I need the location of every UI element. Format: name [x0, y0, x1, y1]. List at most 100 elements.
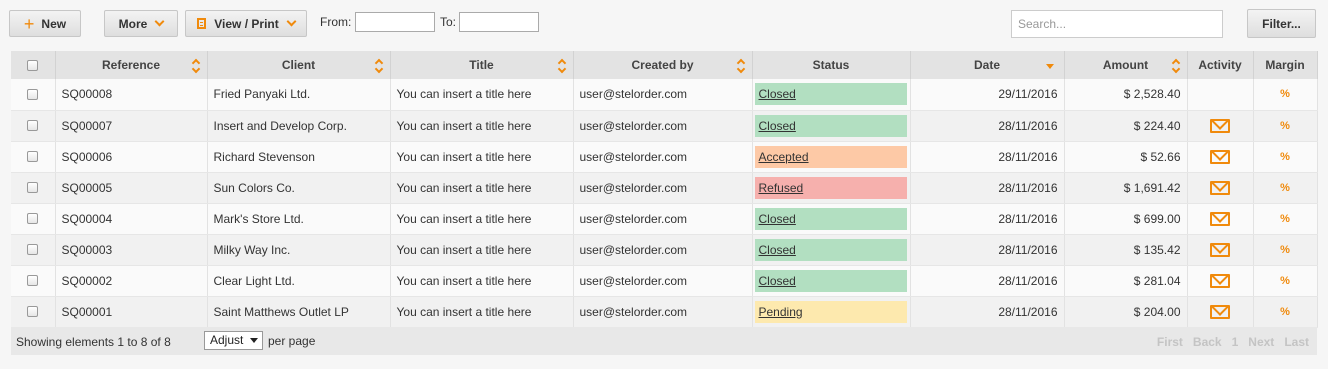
mail-icon[interactable]	[1210, 149, 1230, 164]
reference-cell[interactable]: SQ00008	[55, 79, 208, 111]
margin-percent-icon[interactable]: %	[1260, 88, 1311, 100]
column-header-amount[interactable]: Amount	[1064, 51, 1188, 79]
from-label: From:	[320, 15, 352, 29]
column-header-activity: Activity	[1187, 51, 1254, 79]
margin-percent-icon[interactable]: %	[1260, 213, 1311, 225]
mail-icon[interactable]	[1210, 273, 1230, 288]
mail-icon[interactable]	[1210, 242, 1230, 257]
column-label: Title	[469, 58, 494, 72]
status-link[interactable]: Accepted	[754, 145, 907, 168]
status-link[interactable]: Closed	[754, 114, 907, 137]
row-checkbox[interactable]	[27, 213, 39, 224]
reference-cell[interactable]: SQ00005	[55, 172, 208, 204]
pager-page[interactable]: 1	[1232, 335, 1239, 349]
client-cell[interactable]: Richard Stevenson	[207, 141, 391, 173]
new-button[interactable]: + New	[9, 10, 81, 37]
filter-button[interactable]: Filter...	[1247, 9, 1316, 38]
column-header-title[interactable]: Title	[390, 51, 574, 79]
created-by-cell: user@stelorder.com	[573, 203, 753, 235]
column-header-created-by[interactable]: Created by	[573, 51, 753, 79]
table-row[interactable]: SQ00003 Milky Way Inc. You can insert a ti…	[11, 234, 1318, 266]
row-checkbox[interactable]	[27, 275, 39, 286]
table-row[interactable]: SQ00001 Saint Matthews Outlet LP You can i…	[11, 296, 1318, 328]
title-cell[interactable]: You can insert a title here	[390, 234, 574, 266]
row-checkbox[interactable]	[27, 244, 39, 255]
status-link[interactable]: Closed	[754, 83, 907, 106]
client-cell[interactable]: Insert and Develop Corp.	[207, 110, 391, 142]
pager-first[interactable]: First	[1157, 335, 1183, 349]
search-input[interactable]	[1011, 10, 1223, 38]
margin-percent-icon[interactable]: %	[1260, 151, 1311, 163]
pager-next[interactable]: Next	[1248, 335, 1274, 349]
pager-back[interactable]: Back	[1193, 335, 1222, 349]
more-button[interactable]: More	[104, 10, 178, 37]
margin-percent-icon[interactable]: %	[1260, 182, 1311, 194]
column-header-client[interactable]: Client	[207, 51, 391, 79]
page-size-value: Adjust	[210, 333, 244, 347]
row-checkbox[interactable]	[27, 182, 39, 193]
title-cell[interactable]: You can insert a title here	[390, 79, 574, 111]
column-header-date[interactable]: Date	[910, 51, 1065, 79]
client-cell[interactable]: Mark's Store Ltd.	[207, 203, 391, 235]
table-row[interactable]: SQ00006 Richard Stevenson You can insert a…	[11, 141, 1318, 173]
reference-cell[interactable]: SQ00004	[55, 203, 208, 235]
pager-last[interactable]: Last	[1284, 335, 1309, 349]
reference-cell[interactable]: SQ00006	[55, 141, 208, 173]
view-print-button[interactable]: View / Print	[185, 10, 307, 37]
mail-icon[interactable]	[1210, 180, 1230, 195]
mail-icon[interactable]	[1210, 211, 1230, 226]
margin-percent-icon[interactable]: %	[1260, 306, 1311, 318]
activity-cell	[1187, 79, 1254, 111]
table-row[interactable]: SQ00002 Clear Light Ltd. You can insert a …	[11, 265, 1318, 297]
column-header-reference[interactable]: Reference	[55, 51, 208, 79]
table-row[interactable]: SQ00005 Sun Colors Co. You can insert a ti…	[11, 172, 1318, 204]
row-select-cell	[11, 203, 56, 235]
page-size-select[interactable]: Adjust	[204, 331, 263, 350]
table-row[interactable]: SQ00008 Fried Panyaki Ltd. You can insert …	[11, 79, 1318, 111]
select-all-checkbox[interactable]	[27, 59, 39, 71]
title-cell[interactable]: You can insert a title here	[390, 296, 574, 328]
date-cell: 28/11/2016	[910, 265, 1065, 297]
row-checkbox[interactable]	[27, 151, 39, 162]
reference-cell[interactable]: SQ00003	[55, 234, 208, 266]
per-page-label: per page	[268, 334, 316, 348]
title-cell[interactable]: You can insert a title here	[390, 141, 574, 173]
margin-percent-icon[interactable]: %	[1260, 275, 1311, 287]
reference-cell[interactable]: SQ00007	[55, 110, 208, 142]
date-cell: 28/11/2016	[910, 110, 1065, 142]
title-cell[interactable]: You can insert a title here	[390, 110, 574, 142]
status-link[interactable]: Closed	[754, 238, 907, 261]
client-cell[interactable]: Saint Matthews Outlet LP	[207, 296, 391, 328]
status-link[interactable]: Pending	[754, 300, 907, 323]
activity-cell	[1187, 296, 1254, 328]
mail-icon[interactable]	[1210, 304, 1230, 319]
to-date-input[interactable]	[459, 12, 539, 32]
date-cell: 28/11/2016	[910, 203, 1065, 235]
from-date-input[interactable]	[355, 12, 435, 32]
amount-cell: $ 204.00	[1064, 296, 1188, 328]
client-cell[interactable]: Sun Colors Co.	[207, 172, 391, 204]
client-cell[interactable]: Fried Panyaki Ltd.	[207, 79, 391, 111]
column-header-status[interactable]: Status	[752, 51, 911, 79]
margin-cell: %	[1253, 203, 1318, 235]
client-cell[interactable]: Milky Way Inc.	[207, 234, 391, 266]
row-checkbox[interactable]	[27, 120, 39, 131]
margin-percent-icon[interactable]: %	[1260, 120, 1311, 132]
status-link[interactable]: Closed	[754, 269, 907, 292]
row-select-cell	[11, 234, 56, 266]
mail-icon[interactable]	[1210, 118, 1230, 133]
row-checkbox[interactable]	[27, 88, 39, 100]
client-cell[interactable]: Clear Light Ltd.	[207, 265, 391, 297]
reference-cell[interactable]: SQ00001	[55, 296, 208, 328]
title-cell[interactable]: You can insert a title here	[390, 172, 574, 204]
table-row[interactable]: SQ00004 Mark's Store Ltd. You can insert a…	[11, 203, 1318, 235]
title-cell[interactable]: You can insert a title here	[390, 265, 574, 297]
table-row[interactable]: SQ00007 Insert and Develop Corp. You can i…	[11, 110, 1318, 142]
row-checkbox[interactable]	[27, 306, 39, 317]
status-link[interactable]: Refused	[754, 176, 907, 199]
title-cell[interactable]: You can insert a title here	[390, 203, 574, 235]
reference-cell[interactable]: SQ00002	[55, 265, 208, 297]
margin-percent-icon[interactable]: %	[1260, 244, 1311, 256]
sort-icon	[738, 60, 744, 72]
status-link[interactable]: Closed	[754, 207, 907, 230]
